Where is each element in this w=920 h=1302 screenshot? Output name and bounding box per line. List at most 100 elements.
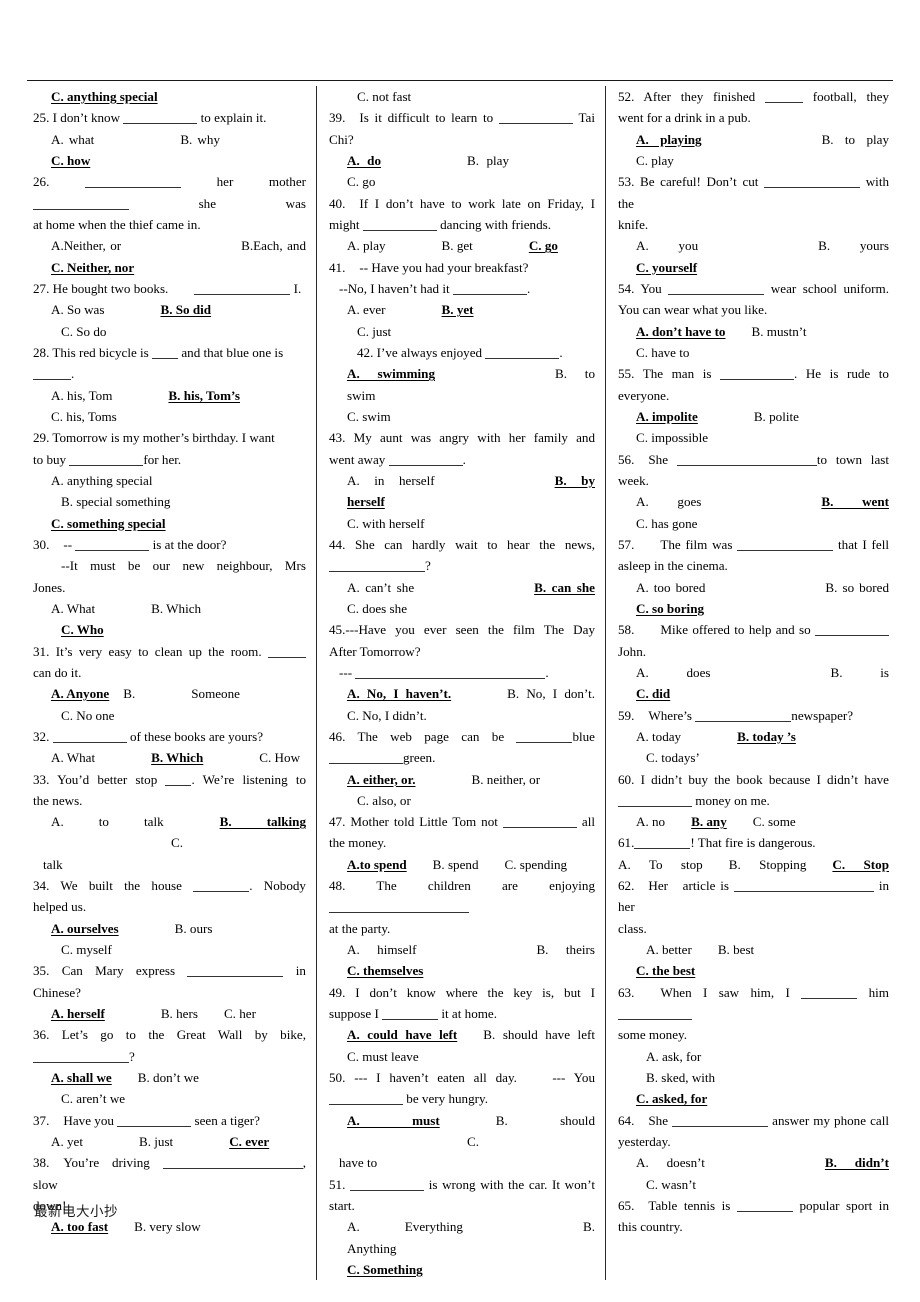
question-43-option-c: C. with herself [347,515,425,531]
question-58-stem-cont: John. [618,643,647,659]
question-29-stem: 29. Tomorrow is my mother’s birthday. I … [33,430,275,446]
question-42-options: A. swimming B. to swim [347,366,595,403]
question-59-options: A. today B. today ’s [636,728,796,744]
question-40-options: A. play B. get C. go [347,238,558,254]
answer-blank [162,1168,303,1170]
question-30-answer: C. Who [61,622,104,638]
question-34-option-c: C. myself [61,942,112,958]
answer-blank [329,912,469,914]
question-63-answer: C. asked, for [636,1091,708,1107]
answer-blank [764,102,803,103]
question-29-stem-cont: to buy for her. [33,451,182,467]
question-59-option-c: C. todays’ [646,750,700,766]
question-57-answer: C. so boring [636,600,705,616]
answer-blank [33,208,129,210]
question-41-option-c: C. just [357,323,392,339]
question-64-stem: 64. She answer my phone call [618,1112,889,1128]
answer-blank [676,464,817,466]
question-54-option-c: C. have to [636,344,690,360]
question-61-stem: 61.! That fire is dangerous. [618,835,816,851]
question-25-stem: 25. I don’t know to explain it. [33,110,267,126]
answer-blank [720,379,795,381]
answer-blank [123,123,198,125]
question-52-option-c: C. play [636,152,674,168]
question-62-options: A. better B. best [646,942,755,958]
answer-blank [733,891,874,893]
question-31-options: A. Anyone B. Someone [51,686,240,702]
question-31-stem: 31. It’s very easy to clean up the room. [33,641,306,662]
answer-blank [668,293,765,295]
question-27-options: A. So was B. So did [51,302,212,318]
answer-blank [388,464,463,466]
question-55-stem-cont: everyone. [618,387,670,403]
question-55-options: A. impolite B. polite [636,408,799,424]
question-60-stem: 60. I didn’t buy the book because I didn… [618,771,889,787]
question-46-stem: 46. The web page can be blue [329,728,595,744]
answer-blank [33,1061,129,1063]
question-48-stem: 48. The children are enjoying [329,875,595,918]
question-64-option-c: C. wasn’t [646,1176,696,1192]
question-46-stem-cont: green. [329,747,595,768]
answer-blank [382,1019,439,1021]
exam-page: C. anything special 25. I don’t know to … [0,0,920,1302]
question-37-stem: 37. Have you seen a tiger? [33,1112,260,1128]
question-27-option-c: C. So do [61,323,107,339]
question-54-stem: 54. You wear school uniform. [618,280,889,296]
question-56-options: A. goes B. went [636,494,889,510]
column-1: C. anything special 25. I don’t know to … [27,86,316,1280]
question-28-option-c: C. his, Toms [51,408,117,424]
question-27-stem: 27. He bought two books. I. [33,280,302,296]
question-63-stem-cont: some money. [618,1027,687,1043]
question-49-option-c: C. must leave [347,1048,419,1064]
question-35-stem-cont: Chinese? [33,984,81,1000]
question-33-stem: 33. You’d better stop . We’re listening … [33,771,307,787]
answer-blank [187,976,284,978]
question-48-answer: C. themselves [347,963,424,979]
question-50-stem: 50. --- I haven’t eaten all day. --- You [329,1070,595,1086]
question-35-options: A. herself B. hers C. her [51,1006,256,1022]
answer-blank [502,827,577,829]
answer-blank [329,571,425,573]
question-43-options: A. in herself B. by herself [347,472,595,510]
question-46-options: A. either, or. B. neither, or [347,771,541,787]
question-42-stem: 42. I’ve always enjoyed . [357,344,563,360]
question-29-answer: C. something special [51,515,166,531]
question-54-options: A. don’t have to B. mustn’t [636,323,807,339]
answer-blank [618,1019,692,1021]
answer-blank [329,763,403,765]
question-51-stem: 51. is wrong with the car. It won’t [329,1176,595,1192]
question-28-stem-cont: . [33,363,306,384]
question-57-options: A. too bored B. so bored [636,579,889,595]
question-56-stem: 56. She to town last week. [618,451,889,488]
question-64-stem-cont: yesterday. [618,1134,671,1150]
question-58-stem: 58. Mike offered to help and so [618,619,889,640]
question-39-stem-cont: Chi? [329,131,354,147]
answer-blank [152,357,179,359]
carryover-option-q38: C. not fast [357,89,412,104]
question-60-options: A. no B. any C. some [636,814,796,830]
answer-blank [69,464,144,466]
question-57-stem-cont: asleep in the cinema. [618,558,728,574]
question-41-stem-cont: --No, I haven’t had it . [339,280,531,296]
question-43-stem: 43. My aunt was angry with her family an… [329,430,595,446]
question-29-option-b: B. special something [61,494,171,510]
answer-blank [193,891,250,893]
answer-blank [165,784,192,786]
answer-blank [618,805,692,807]
question-48-stem-cont: at the party. [329,920,391,936]
question-35-stem: 35. Can Mary express in [33,963,306,979]
question-30-options: A. What B. Which [51,600,202,616]
question-48-options: A. himself B. theirs [347,942,595,958]
question-62-stem-cont: class. [618,920,647,936]
question-26-options: A.Neither, or B.Each, and [51,238,306,254]
question-53-stem: 53. Be careful! Don’t cut with the [618,174,890,211]
question-52-options: A. playing B. to play [636,131,889,147]
page-top-rule [27,80,893,81]
question-26-answer: C. Neither, nor [51,259,135,275]
answer-blank [75,549,150,551]
question-49-options: A. could have left B. should have left [347,1027,595,1043]
question-45-option-c: C. No, I didn’t. [347,707,427,723]
question-39-options: A. do B. playC. go [347,152,509,190]
question-43-stem-cont: went away . [329,451,466,467]
question-44-option-c: C. does she [347,600,408,616]
